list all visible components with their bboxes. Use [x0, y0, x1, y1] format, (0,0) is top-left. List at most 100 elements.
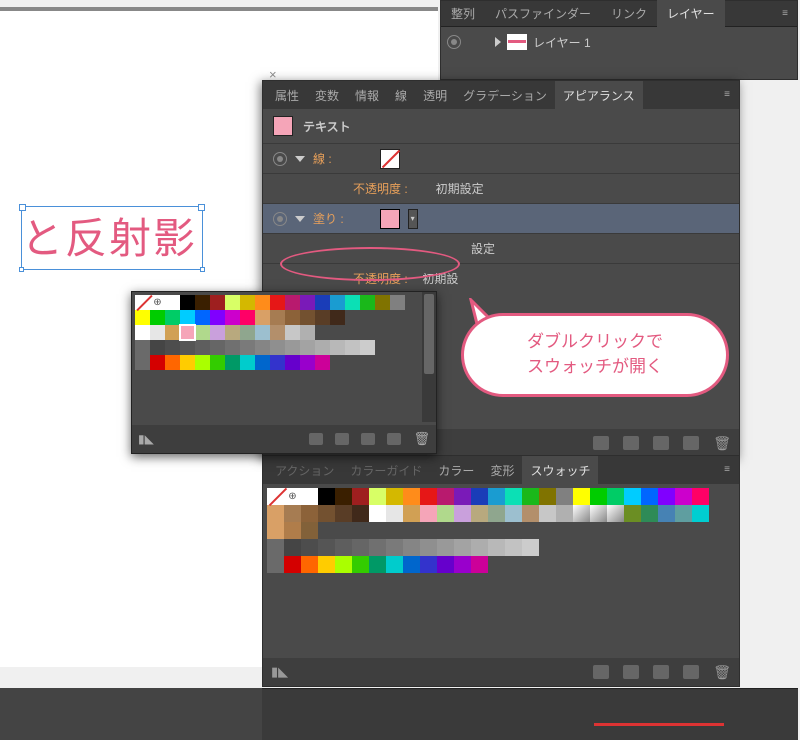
new-icon[interactable]	[593, 436, 609, 450]
swatch[interactable]	[658, 505, 675, 522]
swatch[interactable]	[471, 488, 488, 505]
swatch[interactable]	[692, 505, 709, 522]
swatch[interactable]	[135, 325, 150, 340]
swatch[interactable]	[315, 340, 330, 355]
tab-actions[interactable]: アクション	[267, 456, 342, 484]
swatch[interactable]	[556, 505, 573, 522]
swatch[interactable]	[210, 325, 225, 340]
swatch[interactable]	[488, 505, 505, 522]
folder-icon[interactable]	[135, 355, 150, 370]
swatch[interactable]	[330, 340, 345, 355]
swatch[interactable]	[195, 295, 210, 310]
fill-row[interactable]: 塗り : ▾	[263, 203, 739, 233]
swatch[interactable]	[180, 295, 195, 310]
swatch[interactable]	[641, 488, 658, 505]
swatch[interactable]	[180, 340, 195, 355]
swatch[interactable]	[284, 539, 301, 556]
swatch[interactable]	[573, 505, 590, 522]
swatch[interactable]	[195, 310, 210, 325]
palette-menu-icon[interactable]: ≡	[716, 456, 739, 484]
swatch[interactable]	[240, 310, 255, 325]
swatch[interactable]	[522, 488, 539, 505]
swatch[interactable]	[195, 340, 210, 355]
swatch[interactable]	[375, 295, 390, 310]
new-icon[interactable]	[387, 433, 401, 445]
folder-icon[interactable]	[267, 556, 284, 573]
swatch[interactable]	[403, 488, 420, 505]
options-icon[interactable]	[593, 665, 609, 679]
swatch[interactable]	[180, 310, 195, 325]
swatch[interactable]	[658, 488, 675, 505]
duplicate-icon[interactable]	[623, 436, 639, 450]
swatch[interactable]	[403, 556, 420, 573]
tab-pathfinder[interactable]: パスファインダー	[485, 0, 601, 27]
layer-row[interactable]: レイヤー 1	[441, 27, 797, 57]
swatch[interactable]	[386, 539, 403, 556]
swatch[interactable]	[165, 355, 180, 370]
tab-stroke[interactable]: 線	[387, 81, 415, 109]
swatch[interactable]: ⊕	[284, 488, 301, 505]
swatch[interactable]	[135, 310, 150, 325]
swatch[interactable]	[505, 488, 522, 505]
swatch[interactable]	[505, 505, 522, 522]
swatch[interactable]	[210, 295, 225, 310]
swatch[interactable]	[210, 310, 225, 325]
tab-colorguide[interactable]: カラーガイド	[342, 456, 430, 484]
swatch[interactable]	[195, 325, 210, 340]
swatch[interactable]	[285, 310, 300, 325]
swatch[interactable]	[165, 295, 180, 310]
fill-opacity-row[interactable]: 設定	[263, 233, 739, 263]
tab-attributes[interactable]: 属性	[267, 81, 307, 109]
swatch[interactable]	[318, 556, 335, 573]
tab-align[interactable]: 整列	[441, 0, 485, 27]
swatch[interactable]	[335, 556, 352, 573]
new-swatch-icon[interactable]	[335, 433, 349, 445]
visibility-icon[interactable]	[273, 212, 287, 226]
swatch[interactable]	[641, 505, 658, 522]
swatch[interactable]	[420, 505, 437, 522]
palette-menu-icon[interactable]: ≡	[716, 81, 739, 109]
swatch[interactable]	[692, 488, 709, 505]
swatch[interactable]	[240, 325, 255, 340]
swatch[interactable]	[270, 340, 285, 355]
swatch[interactable]	[284, 505, 301, 522]
swatch[interactable]	[488, 488, 505, 505]
swatch[interactable]	[420, 556, 437, 573]
tab-layers[interactable]: レイヤー	[657, 0, 725, 27]
swatch[interactable]	[352, 488, 369, 505]
swatch[interactable]	[165, 310, 180, 325]
swatch[interactable]	[284, 522, 301, 539]
tab-swatches[interactable]: スウォッチ	[522, 456, 598, 484]
folder-icon[interactable]	[135, 340, 150, 355]
swatch[interactable]	[210, 355, 225, 370]
swatch[interactable]	[300, 340, 315, 355]
tab-variables[interactable]: 変数	[307, 81, 347, 109]
swatch[interactable]	[539, 505, 556, 522]
swatch[interactable]	[488, 539, 505, 556]
library-icon[interactable]: ▮◣	[271, 664, 288, 680]
swatch[interactable]	[330, 295, 345, 310]
trash-icon[interactable]: 🗑	[413, 431, 430, 447]
tab-transform[interactable]: 変形	[482, 456, 522, 484]
swatch[interactable]	[285, 355, 300, 370]
swatch[interactable]	[315, 355, 330, 370]
swatch[interactable]	[225, 355, 240, 370]
folder-icon[interactable]	[653, 665, 669, 679]
swatch[interactable]	[284, 556, 301, 573]
swatch[interactable]	[437, 505, 454, 522]
stroke-opacity-row[interactable]: 不透明度 : 初期設定	[263, 173, 739, 203]
swatch[interactable]	[255, 340, 270, 355]
swatch[interactable]	[150, 340, 165, 355]
swatch[interactable]	[225, 310, 240, 325]
swatch[interactable]	[590, 488, 607, 505]
swatch[interactable]	[403, 505, 420, 522]
swatch[interactable]	[386, 505, 403, 522]
swatch[interactable]	[270, 355, 285, 370]
swatch[interactable]	[675, 488, 692, 505]
swatch[interactable]	[301, 556, 318, 573]
swatch[interactable]	[270, 325, 285, 340]
swatch[interactable]	[369, 556, 386, 573]
fill-swatch[interactable]	[380, 209, 400, 229]
tab-color[interactable]: カラー	[430, 456, 482, 484]
swatch[interactable]	[624, 488, 641, 505]
